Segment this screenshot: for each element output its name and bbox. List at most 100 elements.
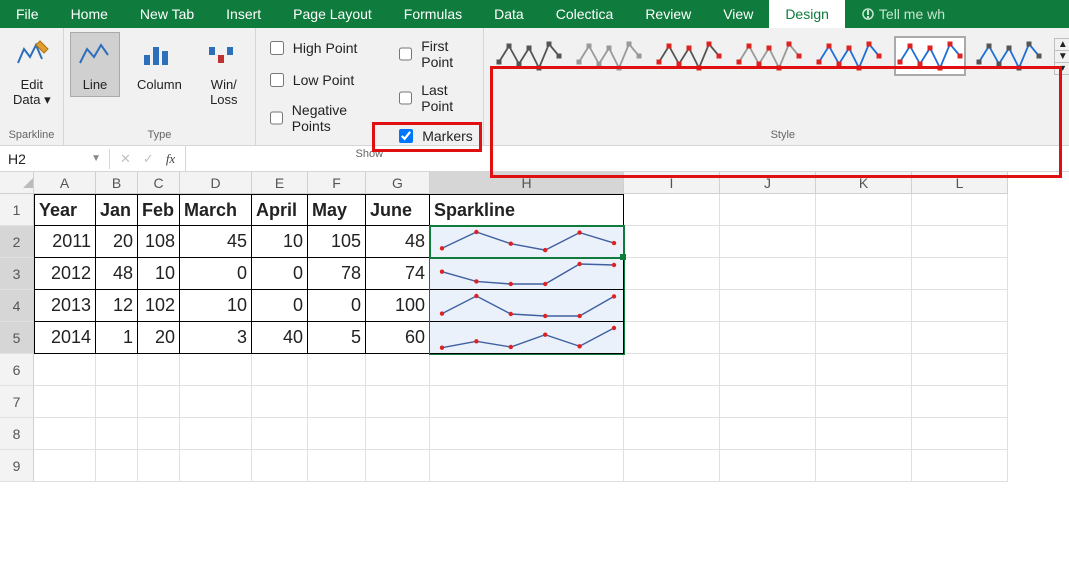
tab-insert[interactable]: Insert [210,0,277,28]
cell-C5[interactable]: 20 [138,322,180,354]
cell-D8[interactable] [180,418,252,450]
style-option-5[interactable] [814,36,886,76]
cell-B6[interactable] [96,354,138,386]
cell-A7[interactable] [34,386,96,418]
cell-G5[interactable]: 60 [366,322,430,354]
cell-I6[interactable] [624,354,720,386]
cell-E6[interactable] [252,354,308,386]
row-header-6[interactable]: 6 [0,354,34,386]
cell-K9[interactable] [816,450,912,482]
tab-page-layout[interactable]: Page Layout [277,0,388,28]
cell-E9[interactable] [252,450,308,482]
col-header-G[interactable]: G [366,172,430,194]
cell-G8[interactable] [366,418,430,450]
cell-F7[interactable] [308,386,366,418]
cell-C9[interactable] [138,450,180,482]
chk-negative-points[interactable]: Negative Points [262,100,367,136]
cell-C4[interactable]: 102 [138,290,180,322]
cell-H8[interactable] [430,418,624,450]
cell-J2[interactable] [720,226,816,258]
col-header-J[interactable]: J [720,172,816,194]
col-header-H[interactable]: H [430,172,624,194]
cell-C7[interactable] [138,386,180,418]
cell-G7[interactable] [366,386,430,418]
row-header-8[interactable]: 8 [0,418,34,450]
row-header-5[interactable]: 5 [0,322,34,354]
cell-H1[interactable]: Sparkline [430,194,624,226]
row-header-9[interactable]: 9 [0,450,34,482]
cell-I2[interactable] [624,226,720,258]
cell-L4[interactable] [912,290,1008,322]
style-more[interactable]: ▾ [1055,63,1069,74]
style-scroll-down[interactable]: ▼ [1055,51,1069,63]
cell-F9[interactable] [308,450,366,482]
style-option-4[interactable] [734,36,806,76]
cell-L2[interactable] [912,226,1008,258]
cell-E2[interactable]: 10 [252,226,308,258]
cell-F1[interactable]: May [308,194,366,226]
cell-C1[interactable]: Feb [138,194,180,226]
cell-G6[interactable] [366,354,430,386]
cell-G4[interactable]: 100 [366,290,430,322]
cell-L3[interactable] [912,258,1008,290]
cell-F3[interactable]: 78 [308,258,366,290]
cell-D5[interactable]: 3 [180,322,252,354]
tab-file[interactable]: File [0,0,55,28]
cell-I1[interactable] [624,194,720,226]
cell-E5[interactable]: 40 [252,322,308,354]
style-option-6[interactable] [894,36,966,76]
cell-J9[interactable] [720,450,816,482]
tab-colectica[interactable]: Colectica [540,0,630,28]
cell-I4[interactable] [624,290,720,322]
cell-G2[interactable]: 48 [366,226,430,258]
col-header-F[interactable]: F [308,172,366,194]
cell-I7[interactable] [624,386,720,418]
cell-E8[interactable] [252,418,308,450]
chk-first-point[interactable]: First Point [391,36,477,72]
cell-B5[interactable]: 1 [96,322,138,354]
cancel-icon[interactable]: ✕ [120,151,131,167]
row-header-2[interactable]: 2 [0,226,34,258]
cell-J4[interactable] [720,290,816,322]
cell-I9[interactable] [624,450,720,482]
cell-H7[interactable] [430,386,624,418]
cell-D9[interactable] [180,450,252,482]
cell-A4[interactable]: 2013 [34,290,96,322]
cell-K8[interactable] [816,418,912,450]
row-header-4[interactable]: 4 [0,290,34,322]
col-header-L[interactable]: L [912,172,1008,194]
cell-L8[interactable] [912,418,1008,450]
cell-D2[interactable]: 45 [180,226,252,258]
cell-A1[interactable]: Year [34,194,96,226]
cell-G3[interactable]: 74 [366,258,430,290]
style-option-7[interactable] [974,36,1046,76]
col-header-C[interactable]: C [138,172,180,194]
cell-D7[interactable] [180,386,252,418]
tab-home[interactable]: Home [55,0,124,28]
cell-I3[interactable] [624,258,720,290]
cell-E1[interactable]: April [252,194,308,226]
chk-high-point[interactable]: High Point [262,36,367,60]
style-option-2[interactable] [574,36,646,76]
fx-icon[interactable]: fx [166,151,175,167]
style-option-3[interactable] [654,36,726,76]
select-all-corner[interactable] [0,172,34,194]
cell-J7[interactable] [720,386,816,418]
cell-G1[interactable]: June [366,194,430,226]
col-header-K[interactable]: K [816,172,912,194]
style-option-1[interactable] [494,36,566,76]
tab-design[interactable]: Design [769,0,845,28]
name-box[interactable]: H2▼ [0,149,110,169]
cell-E7[interactable] [252,386,308,418]
cell-A2[interactable]: 2011 [34,226,96,258]
tab-data[interactable]: Data [478,0,540,28]
tab-formulas[interactable]: Formulas [388,0,478,28]
tab-new-tab[interactable]: New Tab [124,0,210,28]
cell-L1[interactable] [912,194,1008,226]
cell-F4[interactable]: 0 [308,290,366,322]
tell-me[interactable]: Tell me wh [845,0,961,28]
row-header-1[interactable]: 1 [0,194,34,226]
col-header-B[interactable]: B [96,172,138,194]
chk-low-point[interactable]: Low Point [262,68,367,92]
cell-H2[interactable] [430,226,624,258]
